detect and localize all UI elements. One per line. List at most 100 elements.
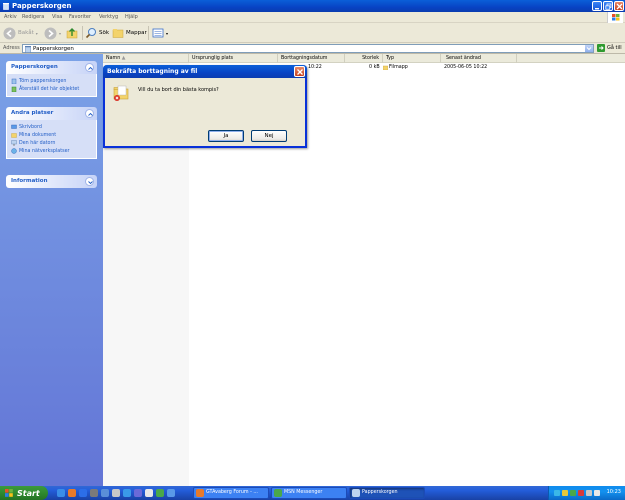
- close-icon: [297, 69, 303, 75]
- type-cell: Filmapp: [383, 65, 408, 70]
- delete-folder-icon: [113, 85, 129, 101]
- back-button[interactable]: Bakåt ▾: [3, 26, 38, 40]
- column-modified[interactable]: Senast ändrad: [441, 54, 517, 63]
- search-label: Sök: [99, 30, 110, 36]
- computer-icon: [11, 140, 17, 146]
- column-header-row: Namn ▲ Ursprunglig plats Borttagningsdat…: [103, 54, 625, 63]
- dialog-message: Vill du ta bort din bästa kompis?: [138, 87, 219, 93]
- quicklaunch-app-icon[interactable]: [156, 489, 164, 497]
- column-name[interactable]: Namn ▲: [103, 54, 189, 63]
- task-recycle-bin[interactable]: Papperskorgen: [349, 487, 425, 499]
- dialog-close-button[interactable]: [294, 66, 305, 77]
- details-header[interactable]: Information: [6, 175, 97, 188]
- quicklaunch-app-icon[interactable]: [145, 489, 153, 497]
- recycle-bin-small-icon: [25, 46, 31, 53]
- maximize-button[interactable]: [603, 1, 613, 11]
- up-folder-button[interactable]: [66, 26, 78, 40]
- no-button[interactable]: Nej: [251, 130, 287, 142]
- start-label: Start: [17, 488, 40, 498]
- back-arrow-icon: [3, 27, 16, 39]
- documents-folder-icon: [11, 133, 17, 138]
- dialog-title: Bekräfta borttagning av fil: [107, 68, 198, 75]
- menu-edit[interactable]: Redigera: [22, 14, 44, 20]
- restore-item-link[interactable]: Återställ det här objektet: [11, 85, 92, 93]
- quicklaunch-app-icon[interactable]: [101, 489, 109, 497]
- quicklaunch-app-icon[interactable]: [167, 489, 175, 497]
- menu-bar: Arkiv Redigera Visa Favoriter Verktyg Hj…: [0, 12, 625, 23]
- quicklaunch-ie-icon[interactable]: [57, 489, 65, 497]
- task-msn-messenger[interactable]: MSN Messenger: [271, 487, 347, 499]
- close-button[interactable]: [614, 1, 624, 11]
- quicklaunch-app-icon[interactable]: [112, 489, 120, 497]
- tray-icon[interactable]: [562, 490, 568, 496]
- folder-up-icon: [66, 28, 78, 39]
- restore-icon: [11, 86, 17, 92]
- column-deleted-date[interactable]: Borttagningsdatum: [278, 54, 345, 63]
- menu-tools[interactable]: Verktyg: [99, 14, 118, 20]
- details-title: Information: [11, 178, 48, 184]
- quicklaunch-app-icon[interactable]: [123, 489, 131, 497]
- quicklaunch-app-icon[interactable]: [134, 489, 142, 497]
- confirm-delete-dialog: Bekräfta borttagning av fil Vill du ta b…: [103, 65, 307, 148]
- empty-bin-icon: [11, 78, 17, 84]
- column-original-location[interactable]: Ursprunglig plats: [189, 54, 278, 63]
- size-cell: 0 kB: [369, 65, 380, 70]
- window-titlebar[interactable]: Papperskorgen: [0, 0, 625, 12]
- quicklaunch-app-icon[interactable]: [90, 489, 98, 497]
- recycle-bin-icon: [352, 489, 360, 497]
- quicklaunch-app-icon[interactable]: [79, 489, 87, 497]
- desktop-link[interactable]: Skrivbord: [11, 123, 92, 131]
- details-panel: Information: [6, 175, 97, 188]
- other-places-header[interactable]: Andra platser: [6, 107, 97, 120]
- expand-chevron-icon[interactable]: [85, 177, 94, 186]
- folders-button[interactable]: Mappar: [112, 26, 147, 40]
- clock[interactable]: 10:23: [607, 489, 621, 495]
- task-pane: Papperskorgen Töm papperskorgen Återstäl…: [0, 54, 103, 486]
- folder-icon: [383, 65, 388, 70]
- tray-icon[interactable]: [554, 490, 560, 496]
- address-dropdown-button[interactable]: [585, 45, 593, 52]
- window-title: Papperskorgen: [12, 2, 72, 10]
- messenger-icon: [274, 489, 282, 497]
- my-documents-link[interactable]: Mina dokument: [11, 131, 92, 139]
- search-button[interactable]: Sök: [85, 26, 109, 40]
- windows-flag-icon: [612, 14, 620, 21]
- column-type[interactable]: Typ: [383, 54, 441, 63]
- views-icon: [152, 28, 164, 38]
- folders-label: Mappar: [126, 30, 147, 36]
- collapse-chevron-icon[interactable]: [85, 63, 94, 72]
- go-button[interactable]: Gå till: [597, 44, 622, 52]
- volume-icon[interactable]: [586, 490, 592, 496]
- yes-button[interactable]: Ja: [208, 130, 244, 142]
- network-places-link[interactable]: Mina nätverksplatser: [11, 147, 92, 155]
- menu-view[interactable]: Visa: [52, 14, 62, 20]
- menu-file[interactable]: Arkiv: [4, 14, 17, 20]
- desktop-icon: [11, 124, 17, 129]
- quicklaunch-firefox-icon[interactable]: [68, 489, 76, 497]
- address-input[interactable]: Papperskorgen: [22, 44, 594, 53]
- network-tray-icon[interactable]: [594, 490, 600, 496]
- recycle-bin-icon: [3, 3, 9, 10]
- folders-icon: [112, 29, 124, 38]
- modified-cell: 2005-06-05 10:22: [444, 65, 488, 70]
- firefox-icon: [196, 489, 204, 497]
- tray-icon[interactable]: [578, 490, 584, 496]
- tray-icon[interactable]: [570, 490, 576, 496]
- my-computer-link[interactable]: Den här datorn: [11, 139, 92, 147]
- minimize-button[interactable]: [592, 1, 602, 11]
- start-button[interactable]: Start: [0, 486, 48, 500]
- menu-help[interactable]: Hjälp: [125, 14, 138, 20]
- dialog-titlebar[interactable]: Bekräfta borttagning av fil: [103, 65, 307, 78]
- forward-button[interactable]: ▾: [44, 26, 61, 40]
- menu-favorites[interactable]: Favoriter: [69, 14, 91, 20]
- collapse-chevron-icon[interactable]: [85, 109, 94, 118]
- deleted-time-cell: 10:22: [308, 65, 322, 70]
- column-size[interactable]: Storlek: [345, 54, 383, 63]
- recycle-bin-tasks-header[interactable]: Papperskorgen: [6, 61, 97, 74]
- system-tray: 10:23: [548, 486, 625, 500]
- views-button[interactable]: ▾: [152, 26, 168, 40]
- task-forum-browser[interactable]: GTAvaberg Forum - ...: [193, 487, 269, 499]
- windows-flag-icon: [5, 489, 13, 497]
- restore-icon: [605, 3, 612, 10]
- empty-recycle-bin-link[interactable]: Töm papperskorgen: [11, 77, 92, 85]
